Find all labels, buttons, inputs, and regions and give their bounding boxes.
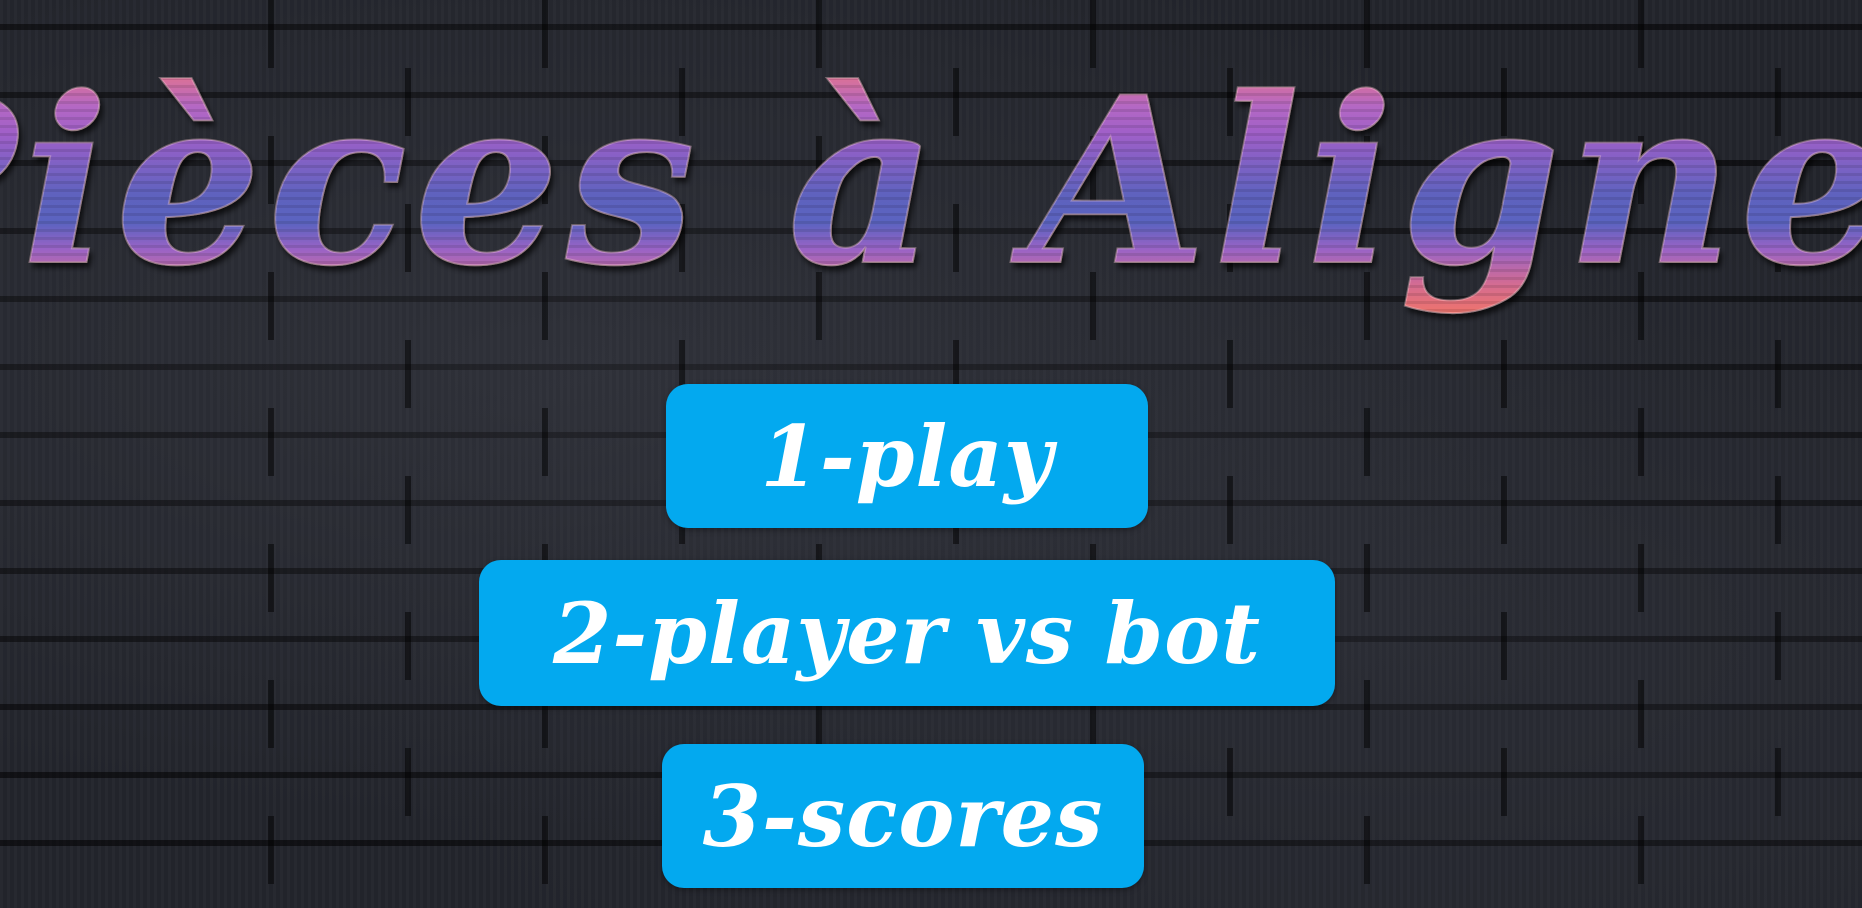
main-menu-screen: Pièces à Aligner Pièces à Aligner 1-play… — [0, 0, 1862, 908]
game-title: Pièces à Aligner Pièces à Aligner — [0, 0, 1862, 400]
player-vs-bot-button-label: 2-player vs bot — [552, 583, 1262, 683]
play-button[interactable]: 1-play — [666, 384, 1148, 528]
scores-button-label: 3-scores — [702, 766, 1104, 866]
game-title-stripes: Pièces à Aligner — [0, 47, 1862, 317]
scores-button[interactable]: 3-scores — [662, 744, 1144, 888]
player-vs-bot-button[interactable]: 2-player vs bot — [479, 560, 1335, 706]
play-button-label: 1-play — [760, 406, 1054, 506]
